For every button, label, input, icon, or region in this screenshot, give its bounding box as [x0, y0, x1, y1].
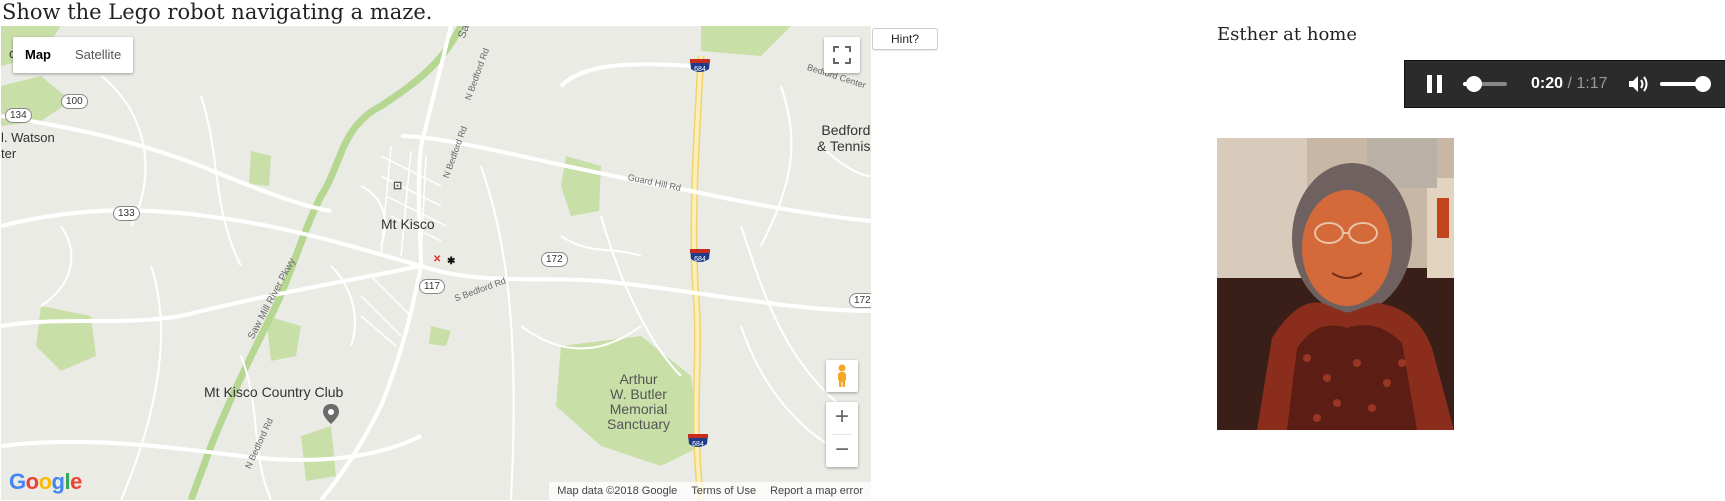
zoom-in-button[interactable]: +: [826, 402, 858, 434]
route-shield: 117: [419, 279, 445, 294]
map-data-credit: Map data ©2018 Google: [557, 485, 678, 497]
map-label-mt-kisco: Mt Kisco: [381, 216, 435, 232]
terms-of-use-link[interactable]: Terms of Use: [691, 485, 756, 497]
google-logo-letter: o: [38, 469, 52, 494]
pause-icon-bar: [1427, 75, 1432, 93]
google-logo-letter: o: [25, 469, 39, 494]
report-map-error-link[interactable]: Report a map error: [770, 485, 863, 497]
map-type-map-button[interactable]: Map: [13, 37, 63, 73]
zoom-control: + −: [826, 402, 858, 467]
duration: 1:17: [1576, 75, 1608, 92]
audio-player: 0:20 / 1:17: [1404, 60, 1725, 108]
hint-button[interactable]: Hint?: [872, 28, 938, 50]
map-type-control: Map Satellite: [13, 37, 134, 73]
volume-handle[interactable]: [1694, 76, 1711, 92]
interstate-shield: 684: [689, 247, 711, 265]
route-shield: 172: [541, 252, 568, 267]
pause-icon-bar: [1437, 75, 1442, 93]
current-time: 0:20: [1531, 75, 1564, 92]
seek-handle[interactable]: [1466, 76, 1483, 92]
time-separator: /: [1563, 75, 1577, 92]
portrait-image: [1217, 138, 1454, 430]
robot-position-marker-icon[interactable]: ✱: [447, 256, 455, 267]
interstate-number: 684: [694, 66, 706, 73]
map-label-country-club: Mt Kisco Country Club: [204, 384, 344, 400]
route-shield: 133: [113, 206, 140, 221]
playback-time: 0:20 / 1:17: [1531, 75, 1608, 93]
interstate-shield: 684: [689, 57, 711, 75]
interstate-shield: 684: [687, 432, 709, 450]
map-label-arthur-butler: Arthur W. Butler Memorial Sanctuary: [607, 371, 671, 432]
google-logo-letter: g: [51, 469, 65, 494]
google-logo[interactable]: Google: [9, 469, 82, 495]
fullscreen-icon: [833, 46, 851, 64]
pegman-icon: [838, 364, 846, 387]
map-label-ter: ter: [1, 146, 17, 161]
seek-slider[interactable]: [1463, 76, 1507, 92]
route-shield: 100: [61, 94, 88, 109]
street-view-pegman-button[interactable]: [826, 360, 858, 392]
golf-pin-icon[interactable]: [323, 404, 339, 424]
route-shield: 172: [849, 293, 871, 308]
google-logo-letter: G: [9, 469, 26, 494]
esther-photo: [1217, 138, 1454, 430]
zoom-out-button[interactable]: −: [826, 435, 858, 467]
fullscreen-button[interactable]: [824, 37, 860, 73]
map-label-bedford-tennis: Bedford & Tennis: [817, 122, 871, 154]
volume-slider[interactable]: [1659, 76, 1711, 92]
map-type-satellite-button[interactable]: Satellite: [63, 37, 133, 73]
volume-icon[interactable]: [1628, 75, 1650, 93]
pause-button[interactable]: [1427, 75, 1443, 93]
interstate-number: 684: [692, 441, 704, 448]
google-map[interactable]: chawan l. Watson ter Mt Kisco Bedford & …: [1, 26, 871, 500]
route-shield: 134: [5, 108, 32, 123]
map-attribution: Map data ©2018 Google Terms of Use Repor…: [549, 482, 871, 500]
google-logo-letter: e: [70, 469, 82, 494]
page-title: Show the Lego robot navigating a maze.: [2, 0, 433, 24]
audio-caption: Esther at home: [1217, 24, 1358, 45]
robot-start-marker-icon[interactable]: ✕: [433, 254, 441, 265]
station-icon: ⊡: [393, 180, 403, 192]
map-label-watson: l. Watson: [1, 130, 55, 145]
interstate-number: 684: [694, 256, 706, 263]
